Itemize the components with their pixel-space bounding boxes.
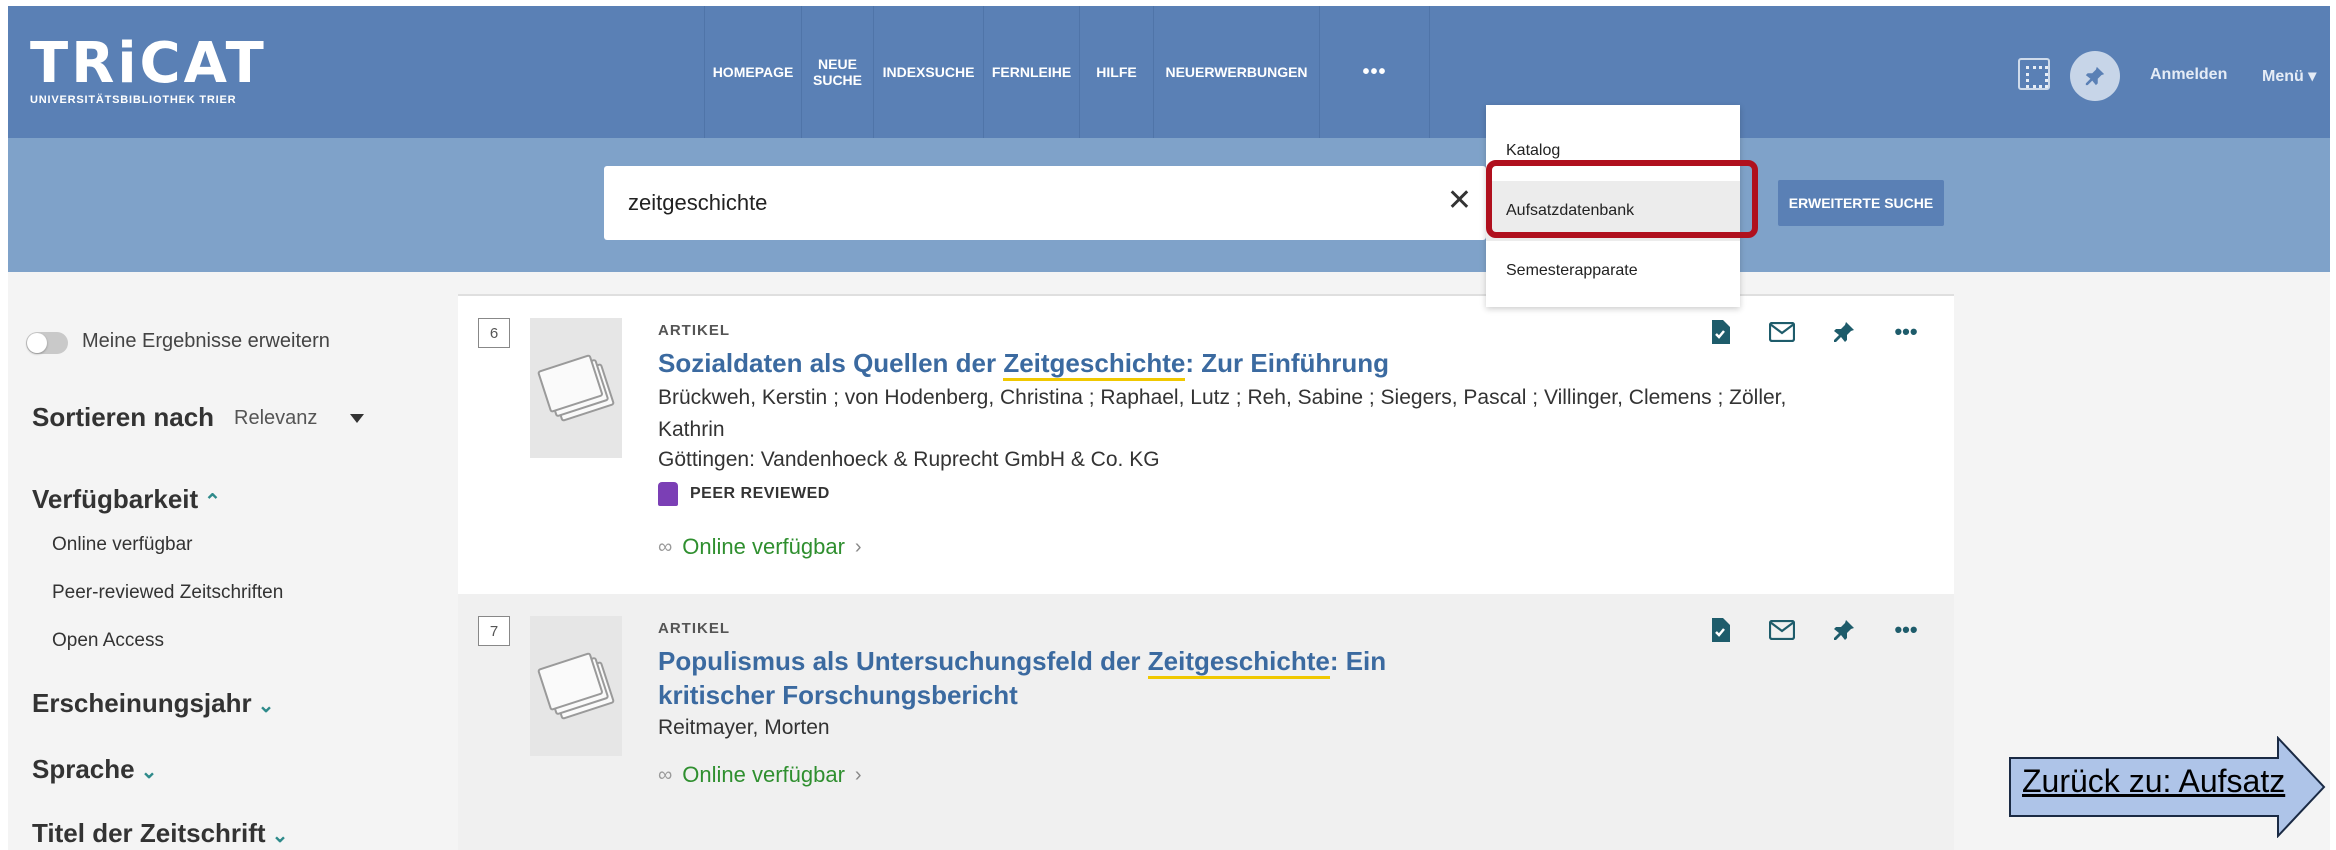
chevron-down-icon: ⌄ <box>257 695 275 717</box>
main-nav: HOMEPAGE NEUE SUCHE INDEXSUCHE FERNLEIHE… <box>704 6 1430 138</box>
pin-icon[interactable] <box>1830 616 1858 644</box>
sort-select[interactable]: Relevanz <box>234 407 317 430</box>
title-part: Populismus als Untersuchungsfeld der <box>658 646 1148 676</box>
nav-homepage[interactable]: HOMEPAGE <box>704 6 802 138</box>
result-actions: ••• <box>1706 318 1920 346</box>
expand-results-toggle[interactable] <box>26 332 68 354</box>
online-available-link[interactable]: ∞ Online verfügbar › <box>658 534 862 560</box>
more-icon[interactable]: ••• <box>1892 616 1920 644</box>
peer-reviewed-label: PEER REVIEWED <box>690 485 830 502</box>
pin-icon[interactable] <box>1830 318 1858 346</box>
title-highlight: Zeitgeschichte <box>1147 646 1330 679</box>
app-frame: TRiCAT UNIVERSITÄTSBIBLIOTHEK TRIER HOME… <box>8 6 2330 850</box>
sort-label: Sortieren nach <box>32 402 215 432</box>
menu-button[interactable]: Menü ▾ <box>2262 66 2316 86</box>
facet-title-label: Titel der Zeitschrift <box>32 818 266 848</box>
dropdown-item-semesterapparate[interactable]: Semesterapparate <box>1486 241 1740 301</box>
email-icon[interactable] <box>1768 318 1796 346</box>
screenshot-root: TRiCAT UNIVERSITÄTSBIBLIOTHEK TRIER HOME… <box>0 0 2336 850</box>
result-title-link[interactable]: Sozialdaten als Quellen der Zeitgeschich… <box>658 346 1558 381</box>
peer-reviewed-badge: PEER REVIEWED <box>658 482 830 506</box>
back-to-aufsatz-link[interactable]: Zurück zu: Aufsatz <box>2022 763 2285 800</box>
result-actions: ••• <box>1706 616 1920 644</box>
more-icon[interactable]: ••• <box>1892 318 1920 346</box>
facet-verfuegbarkeit[interactable]: Verfügbarkeit ⌃ <box>32 484 221 515</box>
logo-subtitle: UNIVERSITÄTSBIBLIOTHEK TRIER <box>30 94 237 106</box>
nav-neue-suche[interactable]: NEUE SUCHE <box>802 6 874 138</box>
advanced-search-button[interactable]: ERWEITERTE SUCHE <box>1778 180 1944 226</box>
expand-results-label: Meine Ergebnisse erweitern <box>82 330 330 352</box>
citation-icon[interactable] <box>1706 616 1734 644</box>
clear-icon[interactable]: ✕ <box>1447 184 1472 218</box>
facet-title-label: Verfügbarkeit <box>32 484 199 514</box>
chevron-down-icon: ⌄ <box>271 825 289 847</box>
facet-title-label: Erscheinungsjahr <box>32 688 252 718</box>
pin-icon[interactable] <box>2070 51 2120 101</box>
document-thumbnail-icon[interactable] <box>530 318 622 458</box>
facet-item-open-access[interactable]: Open Access <box>52 630 164 652</box>
online-available-link[interactable]: ∞ Online verfügbar › <box>658 762 862 788</box>
result-type: ARTIKEL <box>658 620 730 637</box>
title-highlight: Zeitgeschichte <box>1003 348 1186 381</box>
result-number: 7 <box>478 616 510 646</box>
link-icon: ∞ <box>658 763 673 786</box>
facet-titel-zeitschrift[interactable]: Titel der Zeitschrift ⌄ <box>32 818 288 849</box>
nav-neuerwerbungen[interactable]: NEUERWERBUNGEN <box>1154 6 1320 138</box>
nav-hilfe[interactable]: HILFE <box>1080 6 1154 138</box>
online-label: Online verfügbar <box>682 762 845 787</box>
title-part: Sozialdaten als Quellen der <box>658 348 1004 378</box>
facet-item-peer-reviewed[interactable]: Peer-reviewed Zeitschriften <box>52 582 283 604</box>
result-item: 7 ARTIKEL Populismus als Untersuchungsfe… <box>458 594 1954 850</box>
result-title-link[interactable]: Populismus als Untersuchungsfeld der Zei… <box>658 644 1478 712</box>
online-label: Online verfügbar <box>682 534 845 559</box>
nav-more-icon[interactable]: ••• <box>1320 6 1430 138</box>
link-icon: ∞ <box>658 535 673 558</box>
nav-indexsuche[interactable]: INDEXSUCHE <box>874 6 984 138</box>
result-publisher: Göttingen: Vandenhoeck & Ruprecht GmbH &… <box>658 448 1160 471</box>
search-input[interactable]: zeitgeschichte ✕ <box>604 166 1486 240</box>
caret-down-icon[interactable] <box>350 414 364 423</box>
email-icon[interactable] <box>1768 616 1796 644</box>
top-bar: TRiCAT UNIVERSITÄTSBIBLIOTHEK TRIER HOME… <box>8 6 2330 138</box>
chevron-down-icon: ⌄ <box>140 761 158 783</box>
result-number: 6 <box>478 318 510 348</box>
chevron-up-icon: ⌃ <box>204 491 221 513</box>
logo[interactable]: TRiCAT UNIVERSITÄTSBIBLIOTHEK TRIER <box>30 31 267 107</box>
facet-sidebar: Meine Ergebnisse erweitern Sortieren nac… <box>8 272 458 850</box>
search-query-text: zeitgeschichte <box>628 190 768 215</box>
logo-text: TRiCAT <box>30 31 267 96</box>
login-link[interactable]: Anmelden <box>2150 66 2227 84</box>
result-authors: Reitmayer, Morten <box>658 716 830 739</box>
chevron-right-icon: › <box>854 763 862 786</box>
highlight-box <box>1486 160 1758 238</box>
qr-code-icon[interactable] <box>2018 58 2050 90</box>
chevron-right-icon: › <box>854 535 862 558</box>
result-type: ARTIKEL <box>658 322 730 339</box>
nav-fernleihe[interactable]: FERNLEIHE <box>984 6 1080 138</box>
facet-erscheinungsjahr[interactable]: Erscheinungsjahr ⌄ <box>32 688 274 719</box>
title-part: : Zur Einführung <box>1185 348 1390 378</box>
facet-title-label: Sprache <box>32 754 135 784</box>
document-thumbnail-icon[interactable] <box>530 616 622 756</box>
result-authors: Brückweh, Kerstin ; von Hodenberg, Chris… <box>658 386 1787 441</box>
facet-sprache[interactable]: Sprache ⌄ <box>32 754 157 785</box>
peer-reviewed-icon <box>658 482 678 506</box>
result-item: 6 ARTIKEL Sozialdaten als Quellen der Ze… <box>458 296 1954 594</box>
citation-icon[interactable] <box>1706 318 1734 346</box>
facet-item-online[interactable]: Online verfügbar <box>52 534 192 556</box>
results-list: 6 ARTIKEL Sozialdaten als Quellen der Ze… <box>458 272 1954 850</box>
